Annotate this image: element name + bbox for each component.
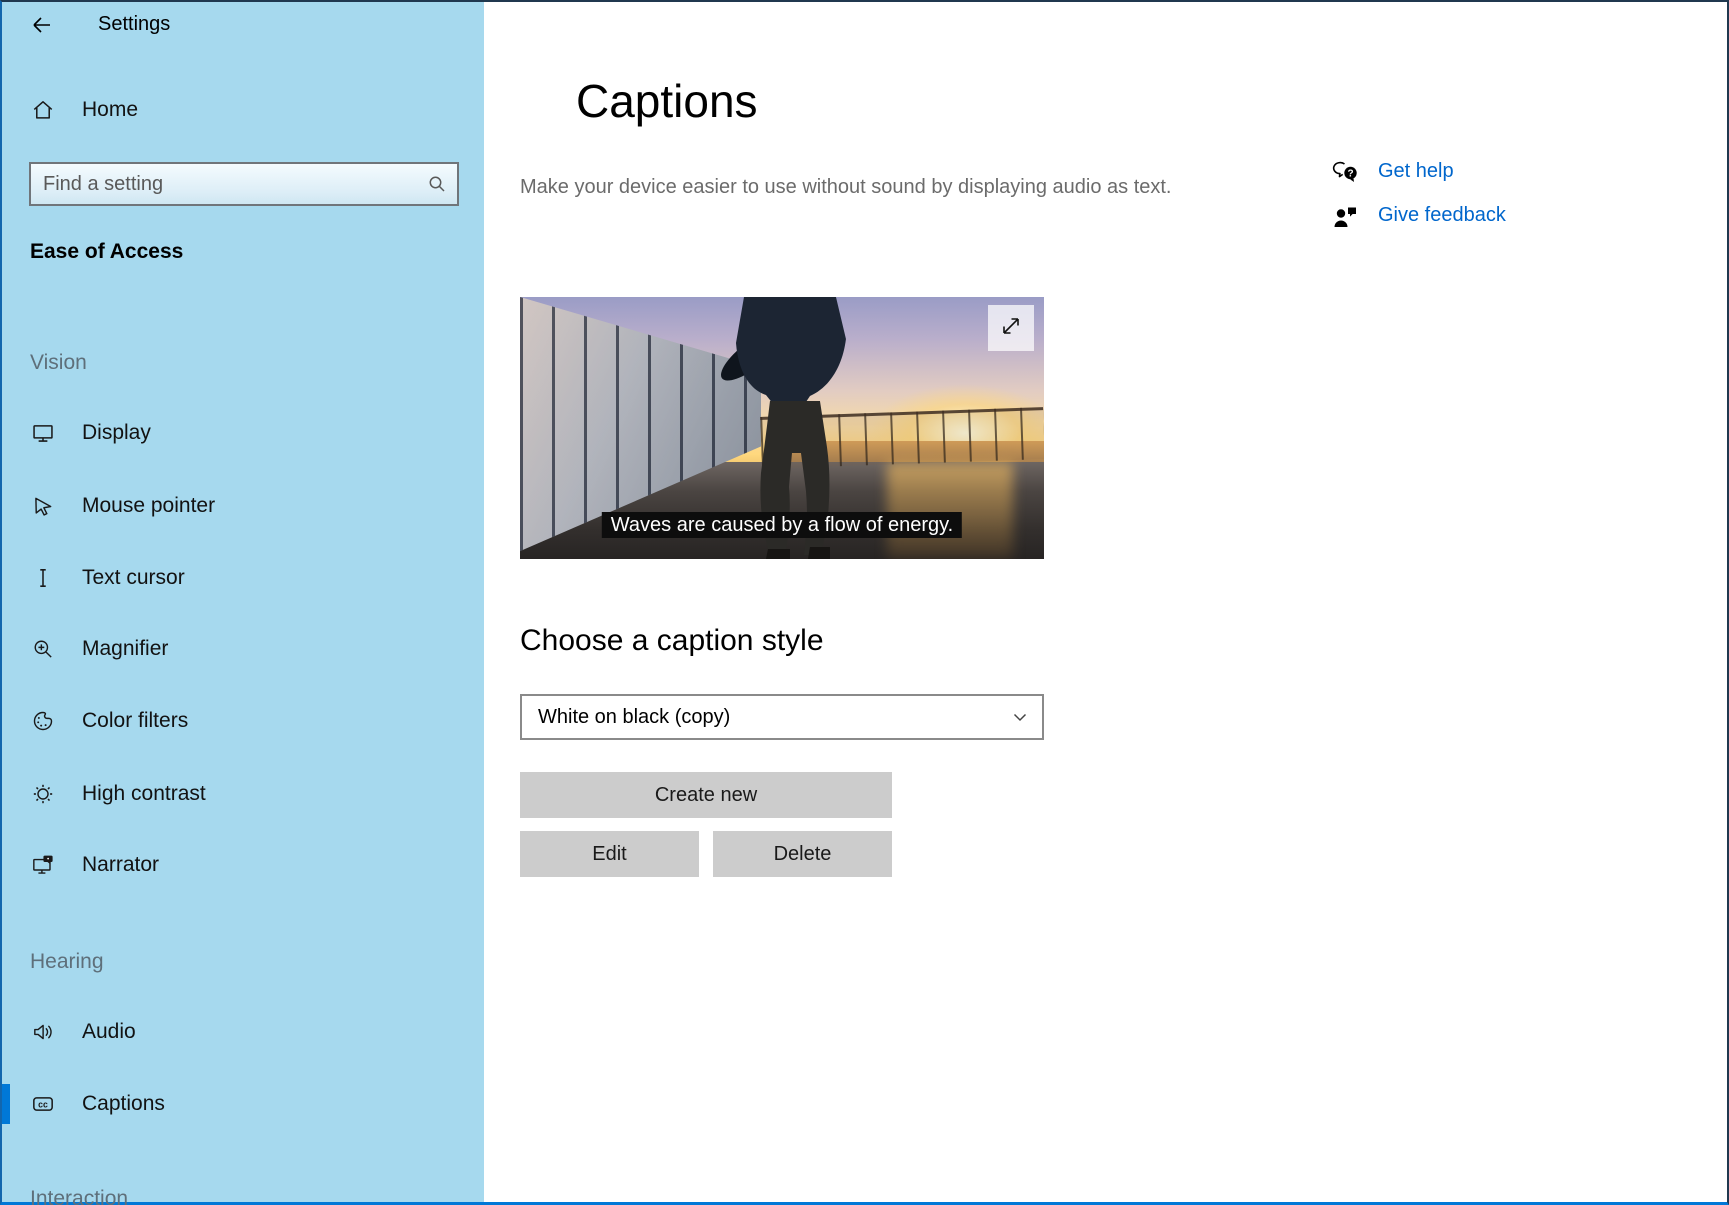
help-bubble-icon: ?: [1332, 160, 1360, 186]
create-new-button[interactable]: Create new: [520, 772, 892, 818]
home-icon: [30, 97, 56, 123]
audio-icon: [30, 1019, 56, 1045]
expand-diagonal-icon: [998, 313, 1024, 344]
search-icon[interactable]: [417, 173, 457, 195]
mouse-pointer-icon: [30, 493, 56, 519]
choose-style-heading: Choose a caption style: [520, 624, 824, 658]
sidebar-item-magnifier[interactable]: Magnifier: [2, 629, 484, 669]
svg-text:cc: cc: [38, 1099, 48, 1109]
text-cursor-icon: [30, 565, 56, 591]
sidebar-item-mouse-pointer[interactable]: Mouse pointer: [2, 486, 484, 526]
sidebar-item-label: Color filters: [82, 709, 188, 733]
caption-style-selected-value: White on black (copy): [522, 706, 998, 729]
captions-cc-icon: cc: [30, 1091, 56, 1117]
delete-button[interactable]: Delete: [713, 831, 892, 877]
page-title: Captions: [576, 74, 758, 128]
sidebar-item-audio[interactable]: Audio: [2, 1012, 484, 1052]
high-contrast-icon: [30, 781, 56, 807]
sidebar-item-label: Narrator: [82, 853, 159, 877]
sidebar-section-title: Ease of Access: [30, 240, 183, 264]
back-button[interactable]: [24, 12, 60, 42]
sidebar-item-narrator[interactable]: Narrator: [2, 845, 484, 885]
caption-preview-video: Waves are caused by a flow of energy.: [520, 297, 1044, 559]
sidebar-item-display[interactable]: Display: [2, 413, 484, 453]
sidebar-item-label: Captions: [82, 1092, 165, 1116]
get-help-row: ? Get help: [1332, 160, 1506, 204]
search-box: [29, 162, 459, 206]
get-help-link[interactable]: Get help: [1378, 160, 1454, 183]
sidebar-item-label: Text cursor: [82, 566, 185, 590]
main-content: Captions Make your device easier to use …: [484, 2, 1727, 1202]
sidebar-item-captions[interactable]: cc Captions: [2, 1084, 484, 1124]
sidebar-item-label: High contrast: [82, 782, 206, 806]
sidebar-item-high-contrast[interactable]: High contrast: [2, 774, 484, 814]
give-feedback-link[interactable]: Give feedback: [1378, 204, 1506, 227]
search-input[interactable]: [31, 173, 417, 196]
sidebar-item-label: Home: [82, 98, 138, 122]
settings-window: Settings Home Ease of Access Vision Disp…: [0, 0, 1729, 1205]
sidebar-group-header-interaction: Interaction: [30, 1187, 128, 1205]
app-title: Settings: [98, 13, 170, 36]
edit-button[interactable]: Edit: [520, 831, 699, 877]
sidebar-item-label: Audio: [82, 1020, 136, 1044]
expand-preview-button[interactable]: [988, 305, 1034, 351]
svg-text:?: ?: [1347, 169, 1353, 180]
display-icon: [30, 420, 56, 446]
sidebar: Settings Home Ease of Access Vision Disp…: [2, 2, 484, 1202]
sidebar-item-label: Mouse pointer: [82, 494, 215, 518]
preview-deck-reflection: [887, 462, 1013, 559]
sidebar-item-color-filters[interactable]: Color filters: [2, 701, 484, 741]
sidebar-item-label: Magnifier: [82, 637, 168, 661]
give-feedback-row: Give feedback: [1332, 204, 1506, 248]
sidebar-item-home[interactable]: Home: [2, 90, 484, 130]
sidebar-item-label: Display: [82, 421, 151, 445]
color-filters-icon: [30, 708, 56, 734]
sidebar-item-text-cursor[interactable]: Text cursor: [2, 558, 484, 598]
page-description: Make your device easier to use without s…: [520, 174, 1180, 201]
caption-style-dropdown[interactable]: White on black (copy): [520, 694, 1044, 740]
sidebar-group-header-vision: Vision: [30, 351, 87, 375]
video-caption-text: Waves are caused by a flow of energy.: [602, 512, 962, 538]
narrator-icon: [30, 852, 56, 878]
sidebar-group-header-hearing: Hearing: [30, 950, 104, 974]
chevron-down-icon: [998, 707, 1042, 727]
feedback-person-icon: [1332, 204, 1360, 230]
magnifier-icon: [30, 636, 56, 662]
back-arrow-icon: [30, 13, 54, 42]
help-links: ? Get help Give feedback: [1332, 160, 1506, 248]
